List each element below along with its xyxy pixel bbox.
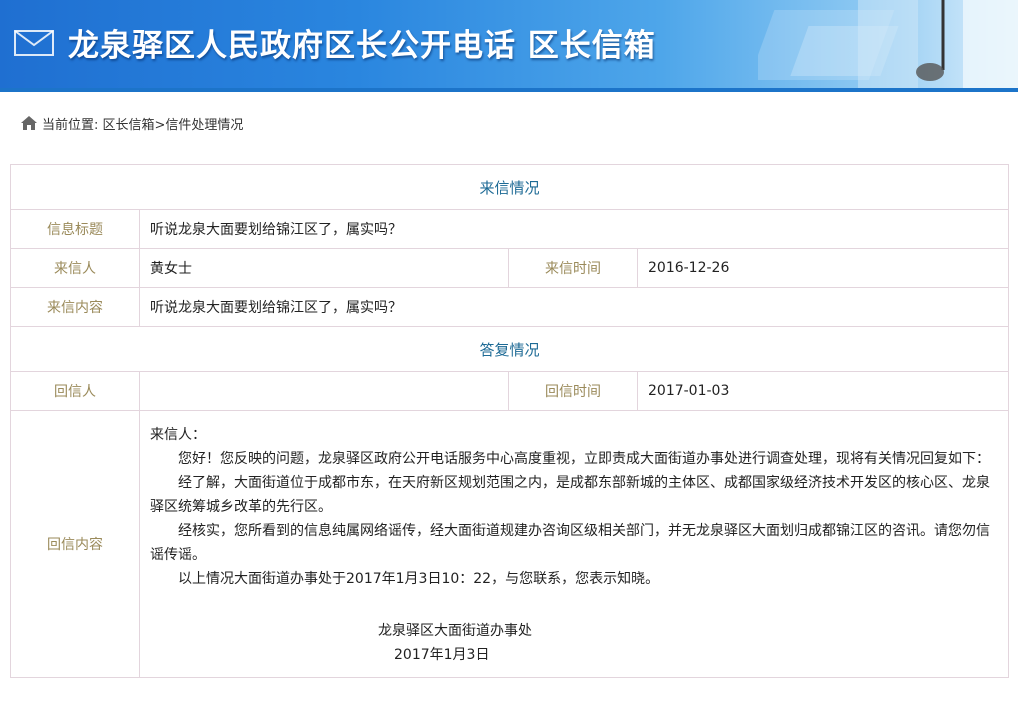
reply-section-title: 答复情况 [9, 326, 1010, 372]
reply-signature: 龙泉驿区大面街道办事处 [378, 623, 532, 639]
reply-greeting: 来信人： [150, 427, 206, 443]
reply-time-label: 回信时间 [508, 371, 638, 411]
home-icon [21, 116, 37, 130]
subject-value: 听说龙泉大面要划给锦江区了，属实吗？ [138, 209, 1010, 249]
letter-content-value: 听说龙泉大面要划给锦江区了，属实吗？ [138, 287, 1010, 327]
subject-label: 信息标题 [10, 209, 140, 249]
letter-content-label: 来信内容 [10, 287, 140, 327]
breadcrumb-text: 当前位置: 区长信箱>信件处理情况 [42, 117, 244, 133]
page-title: 龙泉驿区人民政府区长公开电话 区长信箱 [68, 28, 656, 64]
letter-section-title: 来信情况 [9, 164, 1010, 210]
reply-date: 2017年1月3日 [394, 647, 490, 663]
letter-time-label: 来信时间 [508, 248, 638, 288]
sender-label: 来信人 [10, 248, 140, 288]
breadcrumb: 当前位置: 区长信箱>信件处理情况 [10, 110, 1008, 136]
banner-decoration [758, 0, 1018, 88]
reply-paragraph: 经核实，您所看到的信息纯属网络谣传，经大面街道规建办咨询区级相关部门，并无龙泉驿… [150, 523, 990, 563]
reply-paragraph: 经了解，大面街道位于成都市东，在天府新区规划范围之内，是成都东部新城的主体区、成… [150, 475, 990, 515]
reply-content: 来信人： 您好！您反映的问题，龙泉驿区政府公开电话服务中心高度重视，立即责成大面… [138, 410, 1010, 678]
header-banner: 龙泉驿区人民政府区长公开电话 区长信箱 [0, 0, 1018, 92]
replier-value [139, 371, 509, 411]
letter-time-value: 2016-12-26 [636, 248, 1010, 288]
sender-value: 黄女士 [139, 248, 509, 288]
reply-paragraph: 您好！您反映的问题，龙泉驿区政府公开电话服务中心高度重视，立即责成大面街道办事处… [178, 451, 990, 467]
letter-detail-table: 来信情况 信息标题 听说龙泉大面要划给锦江区了，属实吗？ 来信人 黄女士 来信时… [9, 164, 1010, 678]
reply-content-label: 回信内容 [10, 410, 140, 678]
reply-time-value: 2017-01-03 [636, 371, 1010, 411]
reply-paragraph: 以上情况大面街道办事处于2017年1月3日10：22，与您联系，您表示知晓。 [178, 571, 660, 587]
replier-label: 回信人 [10, 371, 140, 411]
mail-icon [14, 30, 54, 56]
